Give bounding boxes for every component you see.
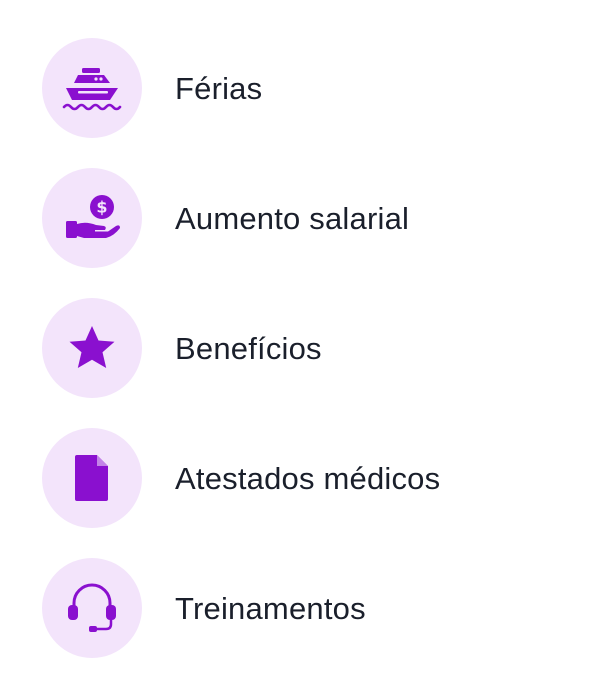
svg-text:$: $ <box>96 198 107 217</box>
menu-item-beneficios[interactable]: Benefícios <box>42 298 322 398</box>
menu-item-label: Aumento salarial <box>175 200 410 236</box>
menu-item-aumento-salarial[interactable]: $ Aumento salarial <box>42 168 409 268</box>
icon-circle <box>42 38 142 138</box>
headset-icon <box>62 581 122 635</box>
menu-item-label: Atestados médicos <box>175 460 441 496</box>
menu-item-label: Férias <box>175 70 263 106</box>
icon-circle <box>42 298 142 398</box>
salary-hand-icon: $ <box>62 193 122 243</box>
boat-icon <box>60 64 124 112</box>
star-icon <box>66 323 118 373</box>
icon-circle <box>42 558 142 658</box>
menu-item-label: Treinamentos <box>175 590 366 626</box>
document-icon <box>72 453 112 503</box>
menu-item-ferias[interactable]: Férias <box>42 38 262 138</box>
icon-circle <box>42 428 142 528</box>
menu-item-treinamentos[interactable]: Treinamentos <box>42 558 366 658</box>
menu-item-label: Benefícios <box>175 330 322 366</box>
menu-list: Férias $ Aumento salarial Benefícios Ate… <box>0 0 592 696</box>
menu-item-atestados-medicos[interactable]: Atestados médicos <box>42 428 440 528</box>
icon-circle: $ <box>42 168 142 268</box>
